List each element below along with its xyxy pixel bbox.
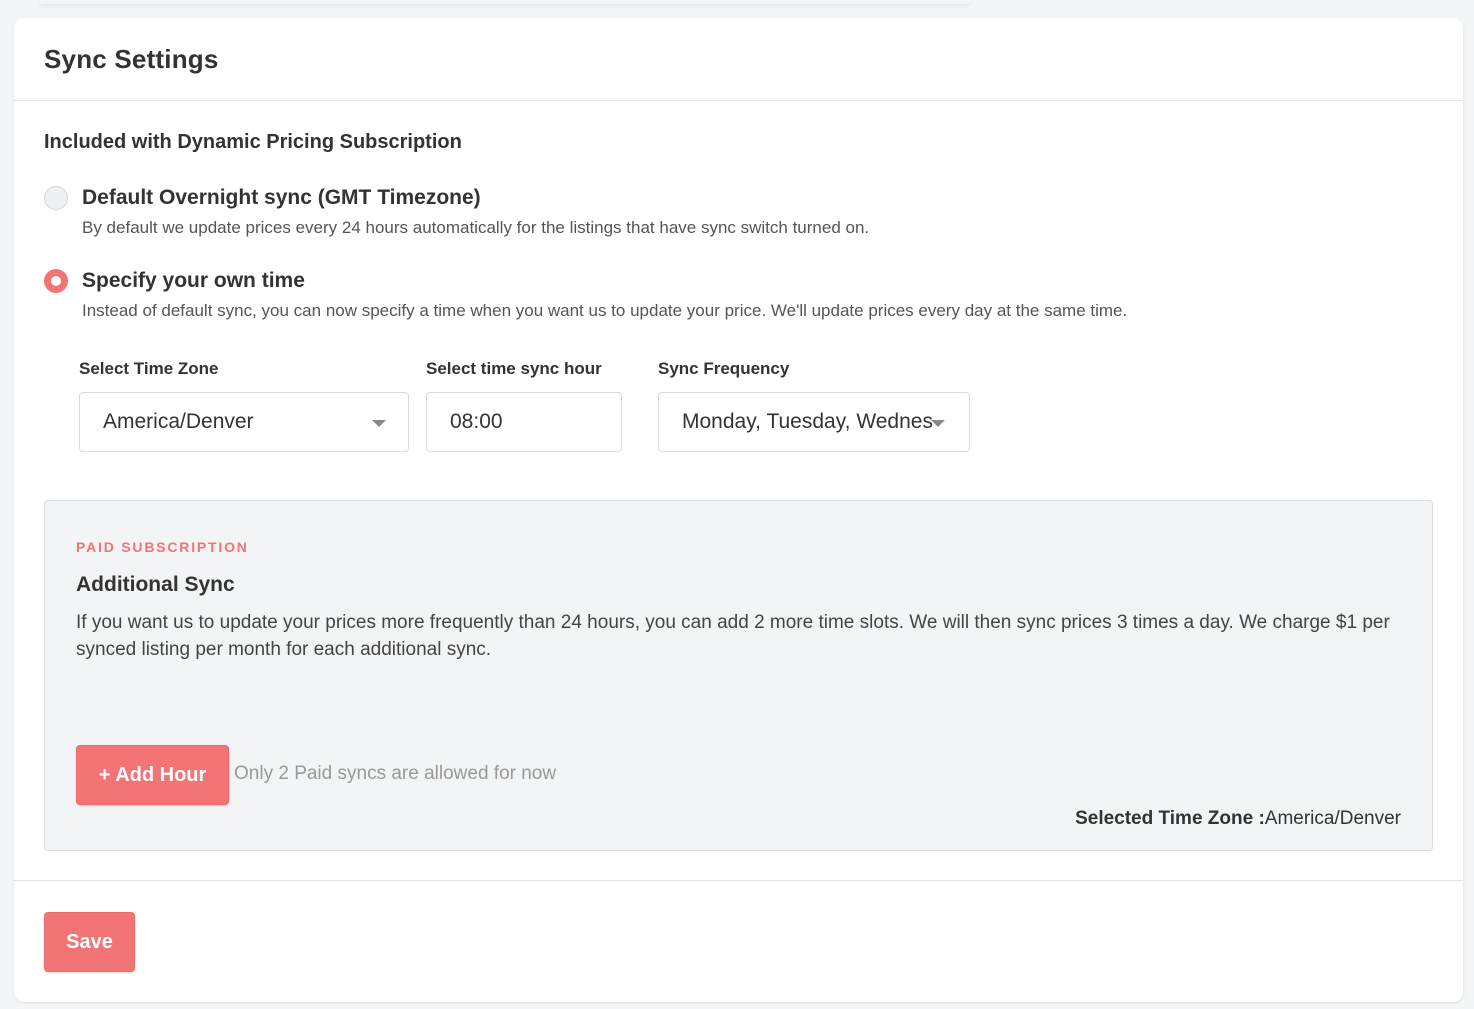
radio-default-overnight[interactable] xyxy=(44,186,68,210)
option-description: By default we update prices every 24 hou… xyxy=(82,218,870,237)
timezone-value: America/Denver xyxy=(103,410,254,433)
save-button[interactable]: Save xyxy=(44,912,135,972)
sync-hour-input[interactable]: 08:00 xyxy=(426,392,622,452)
option-description: Instead of default sync, you can now spe… xyxy=(82,301,1128,320)
option-label: Default Overnight sync (GMT Timezone) xyxy=(82,186,481,209)
paid-sync-limit-note: Only 2 Paid syncs are allowed for now xyxy=(234,763,557,784)
timezone-field: Select Time Zone America/Denver xyxy=(79,359,409,452)
additional-sync-description: If you want us to update your prices mor… xyxy=(76,612,1390,660)
sync-hour-field: Select time sync hour 08:00 xyxy=(426,359,622,452)
sync-hour-value: 08:00 xyxy=(450,410,503,433)
selected-timezone-label: Selected Time Zone : xyxy=(1075,808,1265,829)
frequency-label: Sync Frequency xyxy=(658,359,790,378)
chevron-down-icon xyxy=(372,420,386,427)
option-label: Specify your own time xyxy=(82,269,305,292)
timezone-select[interactable]: America/Denver xyxy=(79,392,409,452)
timezone-label: Select Time Zone xyxy=(79,359,219,378)
frequency-value: Monday, Tuesday, Wednes xyxy=(682,410,933,433)
sync-hour-label: Select time sync hour xyxy=(426,359,602,378)
radio-specify-time[interactable] xyxy=(44,269,68,293)
page-title: Sync Settings xyxy=(44,43,219,74)
add-hour-button[interactable]: + Add Hour xyxy=(76,745,229,805)
paid-subscription-panel: PAID SUBSCRIPTION Additional Sync If you… xyxy=(44,500,1433,851)
paid-subscription-tag: PAID SUBSCRIPTION xyxy=(76,539,249,555)
included-heading: Included with Dynamic Pricing Subscripti… xyxy=(44,131,462,153)
option-specify-time[interactable]: Specify your own time Instead of default… xyxy=(44,267,1127,321)
frequency-field: Sync Frequency Monday, Tuesday, Wednes xyxy=(658,359,970,452)
top-shadow xyxy=(40,0,970,4)
card-footer: Save xyxy=(14,880,1463,972)
selected-timezone-summary: Selected Time Zone :America/Denver xyxy=(1075,808,1401,830)
sync-settings-card: Sync Settings Included with Dynamic Pric… xyxy=(14,18,1463,1002)
chevron-down-icon xyxy=(931,420,945,427)
additional-sync-title: Additional Sync xyxy=(76,573,235,596)
selected-timezone-value: America/Denver xyxy=(1264,808,1401,829)
option-default-overnight[interactable]: Default Overnight sync (GMT Timezone) By… xyxy=(44,184,869,238)
card-header: Sync Settings xyxy=(14,18,1463,101)
frequency-select[interactable]: Monday, Tuesday, Wednes xyxy=(658,392,970,452)
